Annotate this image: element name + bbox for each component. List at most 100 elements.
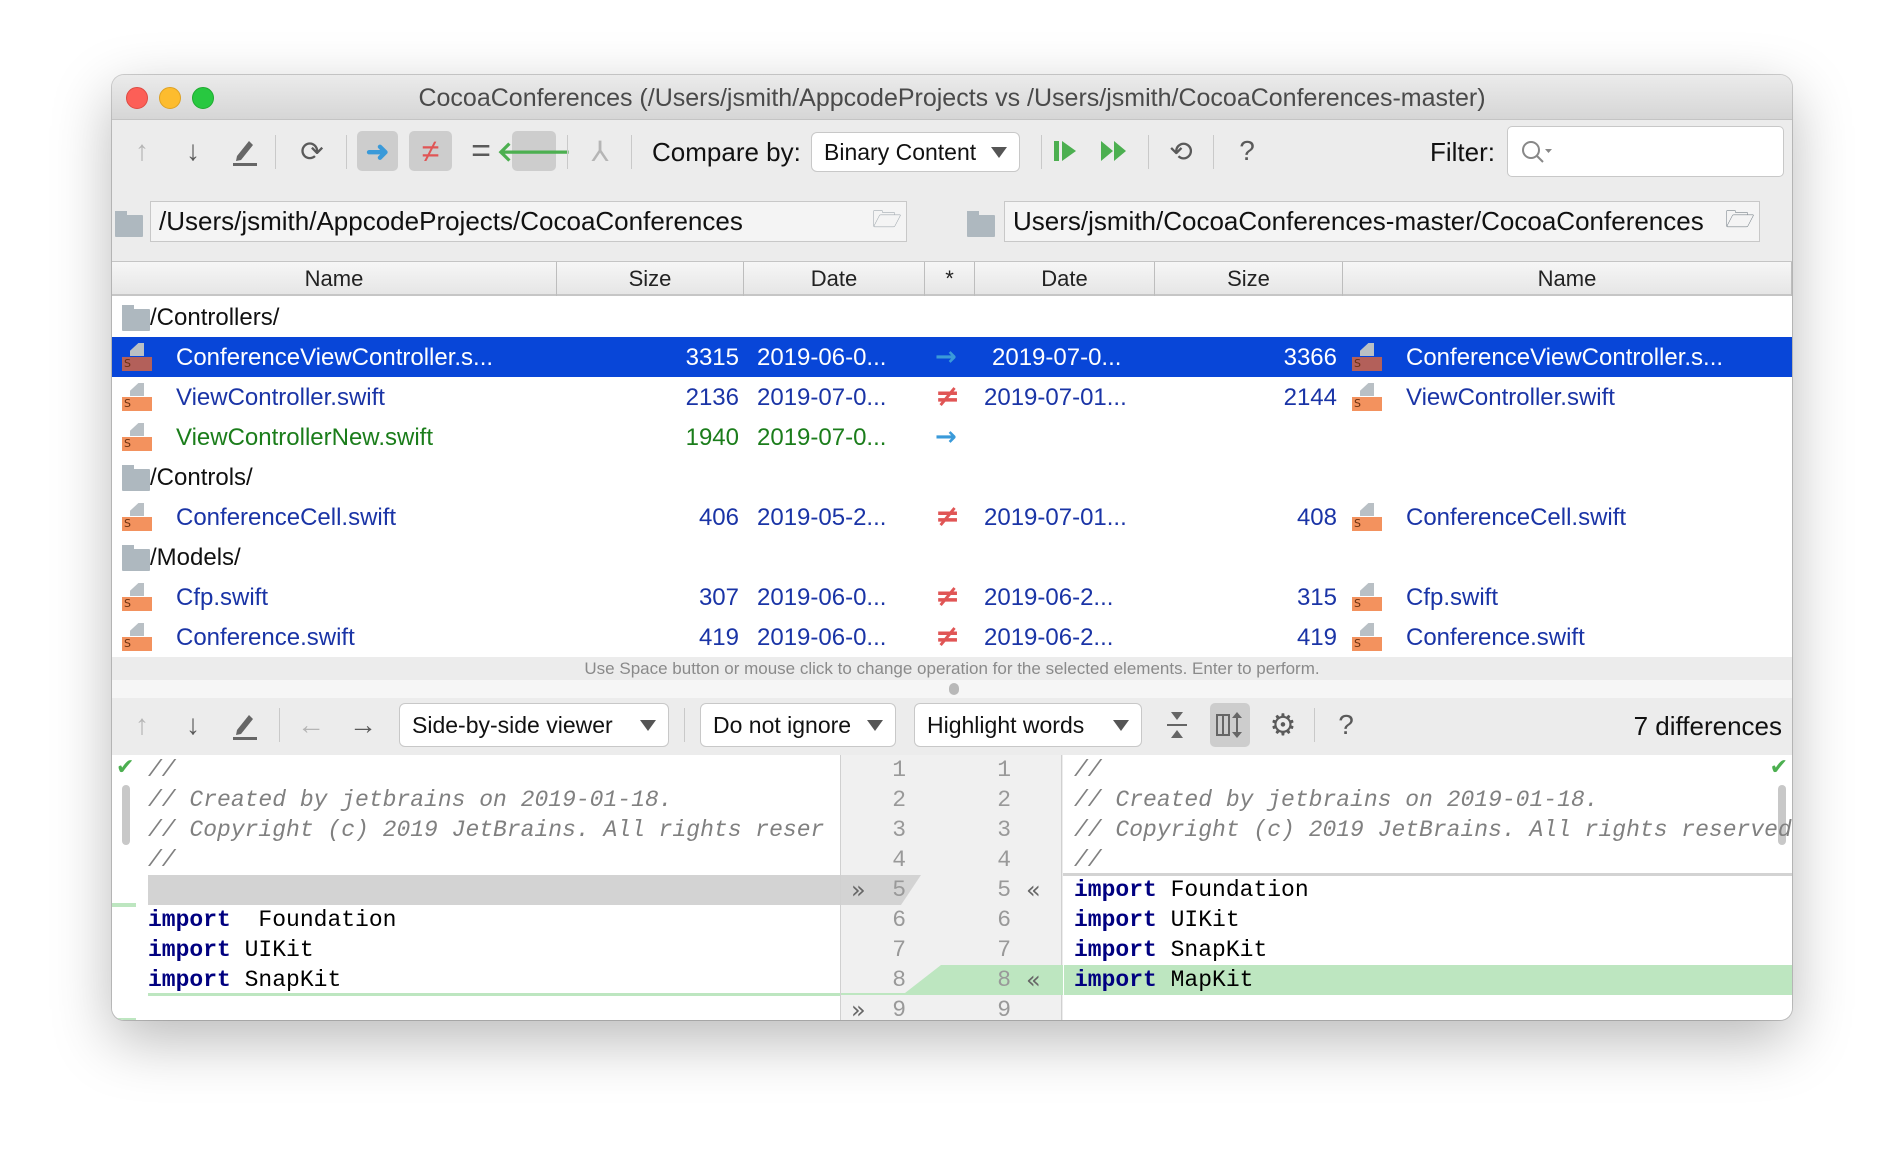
code-line[interactable]: // Created by jetbrains on 2019-01-18. [1074,785,1792,815]
next-file-icon[interactable]: → [347,705,379,745]
edit-icon[interactable] [229,131,261,171]
file-row[interactable]: S Cfp.swift 307 2019-06-0... ≠ 2019-06-2... 31… [112,577,1792,617]
synchronize-all-icon[interactable] [1098,131,1130,171]
left-line-number: 4 [892,847,906,873]
edit-icon[interactable] [229,705,261,745]
apply-right-chevron-icon[interactable]: » [851,875,866,905]
filter-input[interactable] [1507,126,1784,177]
right-name: ConferenceViewController.s... [1406,344,1724,371]
right-line-number: 9 [997,997,1011,1020]
swift-file-icon: S [1352,583,1382,611]
left-line-number: 9 [892,997,906,1020]
file-row[interactable]: S ViewController.swift 2136 2019-07-0... ≠ 20… [112,377,1792,417]
folder-name: /Controllers/ [150,304,280,331]
left-path-field[interactable]: /Users/jsmith/AppcodeProjects/CocoaConfe… [150,201,907,242]
divider [148,993,840,996]
scrollbar[interactable] [122,785,130,845]
column-header[interactable]: Date [744,262,925,296]
splitter[interactable] [112,680,1792,698]
apply-left-chevron-icon[interactable]: « [1026,875,1041,905]
right-path-field[interactable]: Users/jsmith/CocoaConferences-master/Coc… [1004,201,1760,242]
folder-row[interactable]: /Models/ [112,537,1792,577]
code-line[interactable]: import UIKit [1074,905,1792,935]
code-line[interactable]: // [148,845,840,875]
file-row[interactable]: S ConferenceViewController.s... 3315 2019-0… [112,337,1792,377]
code-line[interactable]: // [1074,755,1792,785]
file-icon-badge: S [122,637,152,651]
code-line[interactable] [148,995,840,1020]
folder-row[interactable]: /Controllers/ [112,297,1792,337]
code-line[interactable]: import UIKit [148,935,840,965]
column-header[interactable]: Size [557,262,744,296]
column-header[interactable]: Size [1155,262,1343,296]
column-header[interactable]: Date [975,262,1155,296]
next-difference-icon[interactable]: ↓ [177,705,209,745]
previous-file-icon[interactable]: ← [295,705,327,745]
arrow-left-icon[interactable]: 🡐 [496,131,571,171]
column-header[interactable]: Name [112,262,557,296]
code-line[interactable]: import SnapKit [1074,935,1792,965]
help-icon[interactable]: ? [1231,131,1263,171]
comment: // [1074,757,1102,783]
right-editor[interactable]: ✔ //// Created by jetbrains on 2019-01-1… [1063,755,1792,1020]
open-folder-icon[interactable]: 🗁 [1723,205,1757,239]
code-line[interactable]: import SnapKit [148,965,840,995]
code-line[interactable]: import Foundation [1074,875,1792,905]
apply-left-chevron-icon[interactable]: « [1026,965,1041,995]
diff-window: CocoaConferences (/Users/jsmith/AppcodeP… [112,75,1792,1020]
operation-arrow-right-icon[interactable]: → [935,422,957,452]
left-editor[interactable]: ✔ // // Created by jetbrains on 2019-01-1… [112,755,840,1020]
gear-icon[interactable]: ⚙ [1266,705,1300,745]
viewer-dropdown[interactable]: Side-by-side viewer [399,703,669,747]
code-text: UIKit [230,937,314,963]
right-date: 2019-06-2... [984,584,1114,611]
diff-gutter: 1 1 2 2 3 3 4 4 5 5 6 6 7 7 8 8 9 9 » » « « [840,755,1063,1020]
column-header[interactable]: Name [1343,262,1792,296]
code-line[interactable]: import MapKit [1064,965,1792,995]
code-text: UIKit [1156,907,1240,933]
synchronize-selected-icon[interactable] [1049,131,1081,171]
merge-icon[interactable]: ⅄ [584,131,616,171]
file-row[interactable]: S ViewControllerNew.swift 1940 2019-07-0...… [112,417,1792,457]
comment: // [148,847,176,873]
sync-scroll-icon[interactable] [1210,703,1250,747]
search-icon [1522,140,1552,163]
operation-arrow-right-icon[interactable]: → [935,342,957,372]
equal-icon[interactable]: = [465,131,497,171]
column-header[interactable]: * [925,262,975,296]
not-equal-icon[interactable]: ≠ [409,131,452,171]
left-size: 419 [698,624,739,651]
file-row[interactable]: S ConferenceCell.swift 406 2019-05-2... ≠ 201… [112,497,1792,537]
operation-not-equal-icon[interactable]: ≠ [935,619,960,654]
code-line[interactable]: // Created by jetbrains on 2019-01-18. [148,785,840,815]
help-icon[interactable]: ? [1330,705,1362,745]
code-line[interactable]: import Foundation [148,905,840,935]
open-folder-icon[interactable]: 🗁 [870,205,904,239]
code-line[interactable]: // Copyright (c) 2019 JetBrains. All rig… [1074,815,1792,845]
operation-not-equal-icon[interactable]: ≠ [935,499,960,534]
apply-right-chevron-icon[interactable]: » [851,995,866,1020]
code-line[interactable]: // [1074,845,1792,875]
arrow-down-icon[interactable]: ↓ [177,131,209,171]
operation-not-equal-icon[interactable]: ≠ [935,379,960,414]
compare-sync-icon[interactable]: ⟲ [1165,131,1197,171]
ignore-dropdown[interactable]: Do not ignore [700,703,896,747]
right-line-number: 8 [997,967,1011,993]
file-row[interactable]: S Conference.swift 419 2019-06-0... ≠ 2019-06… [112,617,1792,657]
compare-by-dropdown[interactable]: Binary Content [811,132,1020,172]
code-line[interactable] [148,875,840,905]
collapse-unchanged-icon[interactable] [1161,705,1193,745]
operation-not-equal-icon[interactable]: ≠ [935,579,960,614]
left-line-number: 8 [892,967,906,993]
window-title: CocoaConferences (/Users/jsmith/AppcodeP… [418,84,1486,112]
left-size: 3315 [685,344,739,371]
arrow-up-icon[interactable]: ↑ [126,131,158,171]
highlight-dropdown[interactable]: Highlight words [914,703,1142,747]
folder-row[interactable]: /Controls/ [112,457,1792,497]
code-line[interactable] [1074,995,1792,1020]
previous-difference-icon[interactable]: ↑ [126,705,158,745]
arrow-right-icon[interactable]: ➜ [357,131,398,171]
code-line[interactable]: // Copyright (c) 2019 JetBrains. All rig… [148,815,840,845]
refresh-icon[interactable]: ⟳ [296,131,328,171]
code-line[interactable]: // [148,755,840,785]
